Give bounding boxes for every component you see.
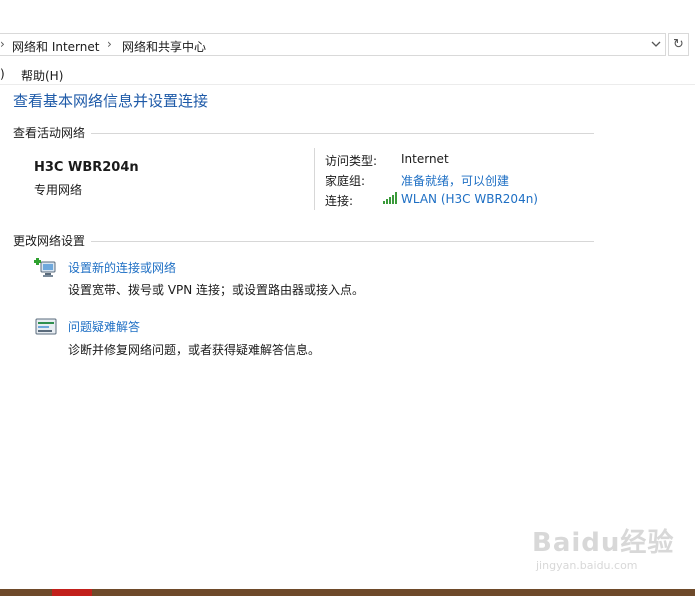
- troubleshoot-description: 诊断并修复网络问题，或者获得疑难解答信息。: [68, 343, 321, 357]
- vertical-divider: [314, 148, 315, 210]
- refresh-button[interactable]: ↻: [668, 33, 689, 56]
- page-title: 查看基本网络信息并设置连接: [13, 92, 209, 110]
- breadcrumb-network-internet[interactable]: 网络和 Internet: [12, 38, 99, 55]
- menu-item-cut: ): [0, 67, 5, 81]
- connection-link[interactable]: WLAN (H3C WBR204n): [401, 192, 538, 206]
- taskbar-strip: [0, 589, 695, 596]
- network-type: 专用网络: [34, 183, 83, 197]
- watermark-main: Baidu经验: [532, 528, 675, 558]
- section-heading-change-settings: 更改网络设置: [13, 234, 86, 248]
- menu-bar: ) 帮助(H): [0, 62, 695, 85]
- access-type-value: Internet: [401, 152, 449, 166]
- section-divider: [91, 241, 594, 242]
- new-connection-icon: [34, 258, 56, 277]
- homegroup-link[interactable]: 准备就绪，可以创建: [401, 172, 509, 189]
- connection-label: 连接:: [325, 194, 354, 208]
- taskbar-red-item: [52, 589, 92, 596]
- homegroup-label: 家庭组:: [325, 174, 366, 188]
- chevron-right-icon: ›: [0, 37, 5, 51]
- troubleshoot-link[interactable]: 问题疑难解答: [68, 318, 140, 335]
- refresh-icon: ↻: [673, 37, 684, 52]
- chevron-down-icon[interactable]: [648, 36, 664, 54]
- setup-connection-link[interactable]: 设置新的连接或网络: [68, 259, 176, 276]
- baidu-watermark: Baidu经验 jingyan.baidu.com: [532, 522, 674, 572]
- breadcrumb-sharing-center[interactable]: 网络和共享中心: [122, 38, 206, 55]
- wifi-signal-icon: [383, 192, 397, 204]
- setup-connection-description: 设置宽带、拨号或 VPN 连接；或设置路由器或接入点。: [68, 283, 365, 297]
- troubleshoot-icon: [35, 318, 57, 335]
- address-bar[interactable]: › 网络和 Internet › 网络和共享中心: [0, 33, 666, 56]
- section-heading-active-networks: 查看活动网络: [13, 126, 86, 140]
- chevron-right-icon[interactable]: ›: [107, 37, 112, 51]
- watermark-sub: jingyan.baidu.com: [536, 559, 638, 572]
- section-divider: [91, 133, 594, 134]
- menu-item-help[interactable]: 帮助(H): [21, 67, 63, 84]
- access-type-label: 访问类型:: [325, 154, 378, 168]
- network-name: H3C WBR204n: [34, 160, 139, 175]
